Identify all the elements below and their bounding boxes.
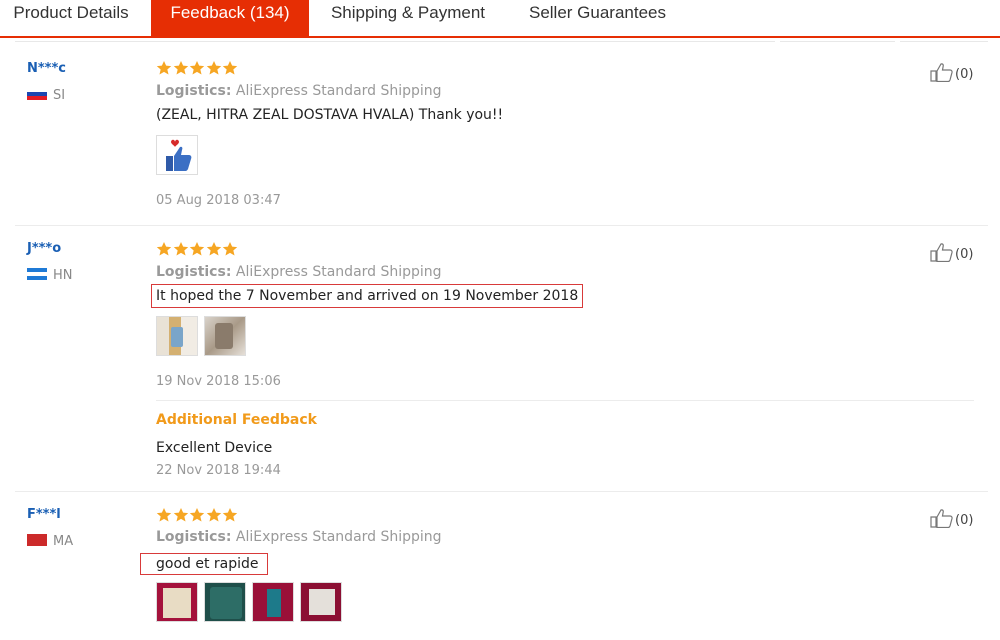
logistics-value: AliExpress Standard Shipping xyxy=(235,264,442,280)
star-icon xyxy=(222,61,238,75)
reviewer-country: MA xyxy=(27,534,73,549)
additional-feedback-title: Additional Feedback xyxy=(156,412,317,428)
logistics-label: Logistics: xyxy=(156,529,232,545)
logistics-line: Logistics: AliExpress Standard Shipping xyxy=(156,83,442,99)
star-icon xyxy=(222,508,238,522)
star-rating xyxy=(156,60,239,76)
tab-underline-strip xyxy=(0,38,1000,44)
thumbs-up-icon xyxy=(930,509,953,529)
review-photo-thumb[interactable] xyxy=(156,582,198,622)
reviewer-country: HN xyxy=(27,268,73,283)
star-icon xyxy=(189,508,205,522)
star-icon xyxy=(206,61,221,75)
logistics-value: AliExpress Standard Shipping xyxy=(235,83,442,99)
star-icon xyxy=(156,242,172,256)
reviewer-name[interactable]: F***l xyxy=(27,507,61,522)
review-text: It hoped the 7 November and arrived on 1… xyxy=(151,284,584,308)
helpful-button[interactable]: (0) xyxy=(930,242,973,263)
reviewer-name[interactable]: J***o xyxy=(27,241,61,256)
star-rating xyxy=(156,507,239,523)
additional-feedback-divider xyxy=(156,400,974,401)
logistics-line: Logistics: AliExpress Standard Shipping xyxy=(156,264,442,280)
star-icon xyxy=(206,242,221,256)
helpful-button[interactable]: (0) xyxy=(930,62,973,83)
feedback-tab-bar: Product Details Feedback (134) Shipping … xyxy=(0,0,1000,38)
flag-icon xyxy=(27,88,47,100)
star-rating xyxy=(156,241,239,257)
logistics-label: Logistics: xyxy=(156,83,232,99)
flag-icon xyxy=(27,268,47,280)
review-photos xyxy=(156,135,198,175)
additional-feedback-date: 22 Nov 2018 19:44 xyxy=(156,463,281,478)
star-icon xyxy=(222,242,238,256)
review-date: 05 Aug 2018 03:47 xyxy=(156,193,281,208)
thumbs-up-icon xyxy=(930,243,953,263)
additional-feedback-text: Excellent Device xyxy=(156,440,273,456)
review-photo-thumb[interactable] xyxy=(204,582,246,622)
review-photo-thumb[interactable] xyxy=(156,316,198,356)
logistics-line: Logistics: AliExpress Standard Shipping xyxy=(156,529,442,545)
star-icon xyxy=(173,508,188,522)
star-icon xyxy=(206,508,221,522)
review-divider xyxy=(15,491,988,492)
star-icon xyxy=(189,61,205,75)
review-photo-thumb[interactable] xyxy=(300,582,342,622)
helpful-button[interactable]: (0) xyxy=(930,508,973,529)
review-text: (ZEAL, HITRA ZEAL DOSTAVA HVALA) Thank y… xyxy=(156,107,504,123)
star-icon xyxy=(173,242,188,256)
tab-feedback[interactable]: Feedback (134) xyxy=(151,0,309,36)
star-icon xyxy=(173,61,188,75)
review-photo-thumb[interactable] xyxy=(156,135,198,175)
star-icon xyxy=(189,242,205,256)
logistics-label: Logistics: xyxy=(156,264,232,280)
review-photo-thumb[interactable] xyxy=(204,316,246,356)
thumbs-up-icon xyxy=(930,63,953,83)
reviewer-name[interactable]: N***c xyxy=(27,61,66,76)
review-date: 19 Nov 2018 15:06 xyxy=(156,374,281,389)
review-divider xyxy=(15,225,988,226)
tab-seller-guarantees[interactable]: Seller Guarantees xyxy=(515,0,680,36)
review-photos xyxy=(156,582,342,622)
reviewer-country: SI xyxy=(27,88,65,103)
tab-shipping-payment[interactable]: Shipping & Payment xyxy=(318,0,498,36)
star-icon xyxy=(156,61,172,75)
thumbs-up-heart-icon xyxy=(166,139,192,171)
review-photos xyxy=(156,316,246,356)
review-photo-thumb[interactable] xyxy=(252,582,294,622)
review-text: good et rapide xyxy=(140,553,268,575)
flag-icon xyxy=(27,534,47,546)
star-icon xyxy=(156,508,172,522)
logistics-value: AliExpress Standard Shipping xyxy=(235,529,442,545)
tab-product-details[interactable]: Product Details xyxy=(0,0,142,36)
